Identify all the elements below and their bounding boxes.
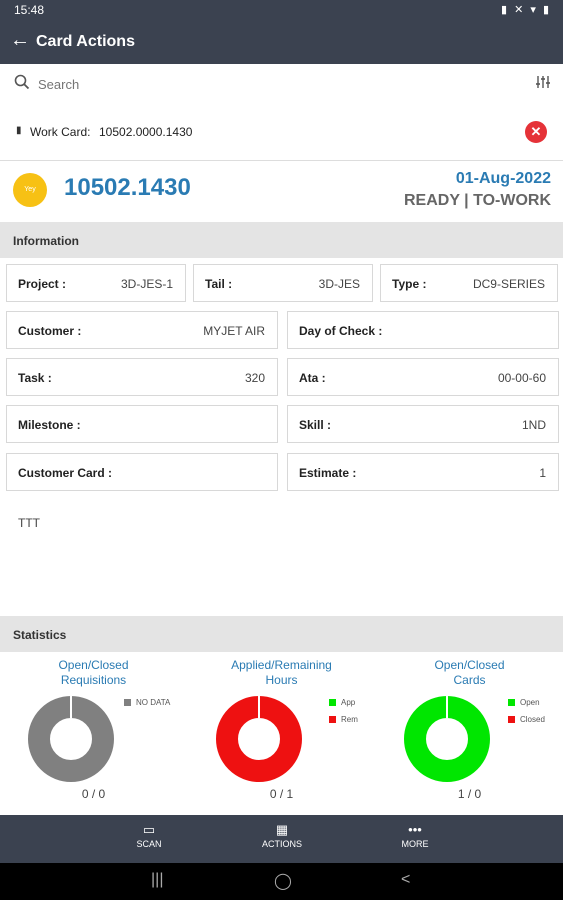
- status-icons: ▮ ✕ ▾ ▮: [500, 4, 551, 16]
- scan-icon: ▭: [142, 822, 156, 837]
- field-value: 3D-JES-1: [120, 277, 173, 291]
- stat-title-line: Cards: [453, 673, 486, 687]
- nav-more[interactable]: ••• MORE: [375, 822, 455, 850]
- information-header: Information: [0, 222, 563, 258]
- field-label: Customer :: [18, 324, 82, 338]
- bottom-nav: ▭ SCAN ▦ ACTIONS ••• MORE: [0, 815, 563, 863]
- back-icon[interactable]: <: [401, 871, 410, 889]
- legend-item-open: Open: [508, 698, 545, 707]
- stat-title: Open/Closed Requisitions: [26, 658, 161, 688]
- stat-title-line: Requisitions: [60, 673, 127, 687]
- stat-title: Open/Closed Cards: [402, 658, 537, 688]
- stat-legend: Open Closed: [508, 698, 545, 732]
- stat-count: 0 / 0: [81, 787, 106, 801]
- nav-more-label: MORE: [401, 839, 429, 849]
- nav-scan[interactable]: ▭ SCAN: [109, 822, 189, 850]
- legend-item-rem: Rem: [329, 715, 358, 724]
- field-label: Skill :: [299, 418, 332, 432]
- system-nav-bar: ||| ◯ <: [0, 863, 563, 900]
- field-label: Milestone :: [18, 418, 81, 432]
- work-card-label: Work Card:: [30, 125, 91, 139]
- card-avatar: Yey: [13, 173, 47, 207]
- legend-item-no-data: NO DATA: [124, 698, 170, 707]
- field-project: Project : 3D-JES-1: [6, 264, 186, 302]
- back-arrow-icon[interactable]: ←: [10, 29, 30, 52]
- search-bar: [0, 64, 563, 105]
- field-customer: Customer : MYJET AIR: [6, 311, 278, 349]
- field-value: MYJET AIR: [203, 324, 265, 338]
- nav-actions[interactable]: ▦ ACTIONS: [242, 822, 322, 850]
- clear-icon[interactable]: ✕: [525, 121, 547, 143]
- stat-count: 1 / 0: [457, 787, 482, 801]
- legend-item-app: App: [329, 698, 358, 707]
- document-icon: ▮: [16, 125, 22, 136]
- app-bar: ← Card Actions: [0, 20, 563, 64]
- stat-title-line: Hours: [265, 673, 298, 687]
- legend-label: Open: [520, 698, 540, 707]
- more-dots-icon: •••: [408, 822, 422, 837]
- card-date: 01-Aug-2022: [455, 170, 551, 187]
- legend-label: NO DATA: [136, 698, 171, 707]
- cards-donut: [404, 696, 490, 782]
- legend-label: Closed: [520, 715, 545, 724]
- information-title: Information: [13, 234, 79, 248]
- field-label: Type :: [392, 277, 427, 291]
- work-card-filter-row: ▮ Work Card: 10502.0000.1430 ✕: [0, 104, 563, 161]
- nav-actions-label: ACTIONS: [261, 839, 302, 849]
- nav-scan-label: SCAN: [136, 839, 162, 849]
- field-skill: Skill : 1ND: [287, 405, 559, 443]
- status-time: 15:48: [14, 3, 45, 17]
- hours-donut: [216, 696, 302, 782]
- field-label: Task :: [18, 371, 52, 385]
- field-customer-card: Customer Card :: [6, 453, 278, 491]
- field-label: Project :: [18, 277, 67, 291]
- card-status: READY | TO-WORK: [404, 192, 551, 209]
- page-title: Card Actions: [36, 33, 135, 50]
- field-value: 00-00-60: [497, 371, 546, 385]
- filter-icon[interactable]: [535, 74, 551, 95]
- stat-count: 0 / 1: [269, 787, 294, 801]
- field-estimate: Estimate : 1: [287, 453, 559, 491]
- grid-icon: ▦: [275, 822, 289, 837]
- requisitions-donut: [28, 696, 114, 782]
- field-label: Customer Card :: [18, 466, 113, 480]
- field-value: 1: [539, 466, 546, 480]
- stat-title-line: Open/Closed: [434, 658, 505, 672]
- field-task: Task : 320: [6, 358, 278, 396]
- recents-icon[interactable]: |||: [151, 871, 163, 889]
- field-value: DC9-SERIES: [472, 277, 545, 291]
- field-type: Type : DC9-SERIES: [380, 264, 558, 302]
- stat-title-line: Open/Closed: [58, 658, 129, 672]
- legend-label: App: [341, 698, 356, 707]
- field-tail: Tail : 3D-JES: [193, 264, 373, 302]
- field-milestone: Milestone :: [6, 405, 278, 443]
- home-icon[interactable]: ◯: [274, 871, 292, 891]
- stat-title: Applied/Remaining Hours: [214, 658, 349, 688]
- field-ata: Ata : 00-00-60: [287, 358, 559, 396]
- card-number: 10502.1430: [64, 174, 191, 201]
- legend-item-closed: Closed: [508, 715, 545, 724]
- field-value: 1ND: [521, 418, 546, 432]
- card-notes: TTT: [18, 516, 40, 530]
- search-icon: [14, 74, 30, 95]
- field-value: 320: [244, 371, 265, 385]
- field-label: Day of Check :: [299, 324, 383, 338]
- status-bar: 15:48 ▮ ✕ ▾ ▮: [0, 0, 563, 20]
- statistics-header: Statistics: [0, 616, 563, 652]
- legend-label: Rem: [341, 715, 358, 724]
- work-card-value: 10502.0000.1430: [99, 125, 193, 139]
- search-input[interactable]: [36, 72, 500, 96]
- stat-title-line: Applied/Remaining: [231, 658, 332, 672]
- field-label: Ata :: [299, 371, 326, 385]
- stat-legend: NO DATA: [124, 698, 170, 715]
- card-header: Yey 10502.1430 01-Aug-2022 READY | TO-WO…: [0, 161, 563, 221]
- statistics-title: Statistics: [13, 628, 67, 642]
- field-label: Estimate :: [299, 466, 357, 480]
- field-value: 3D-JES: [318, 277, 360, 291]
- field-day-of-check: Day of Check :: [287, 311, 559, 349]
- field-label: Tail :: [205, 277, 233, 291]
- stat-legend: App Rem: [329, 698, 358, 732]
